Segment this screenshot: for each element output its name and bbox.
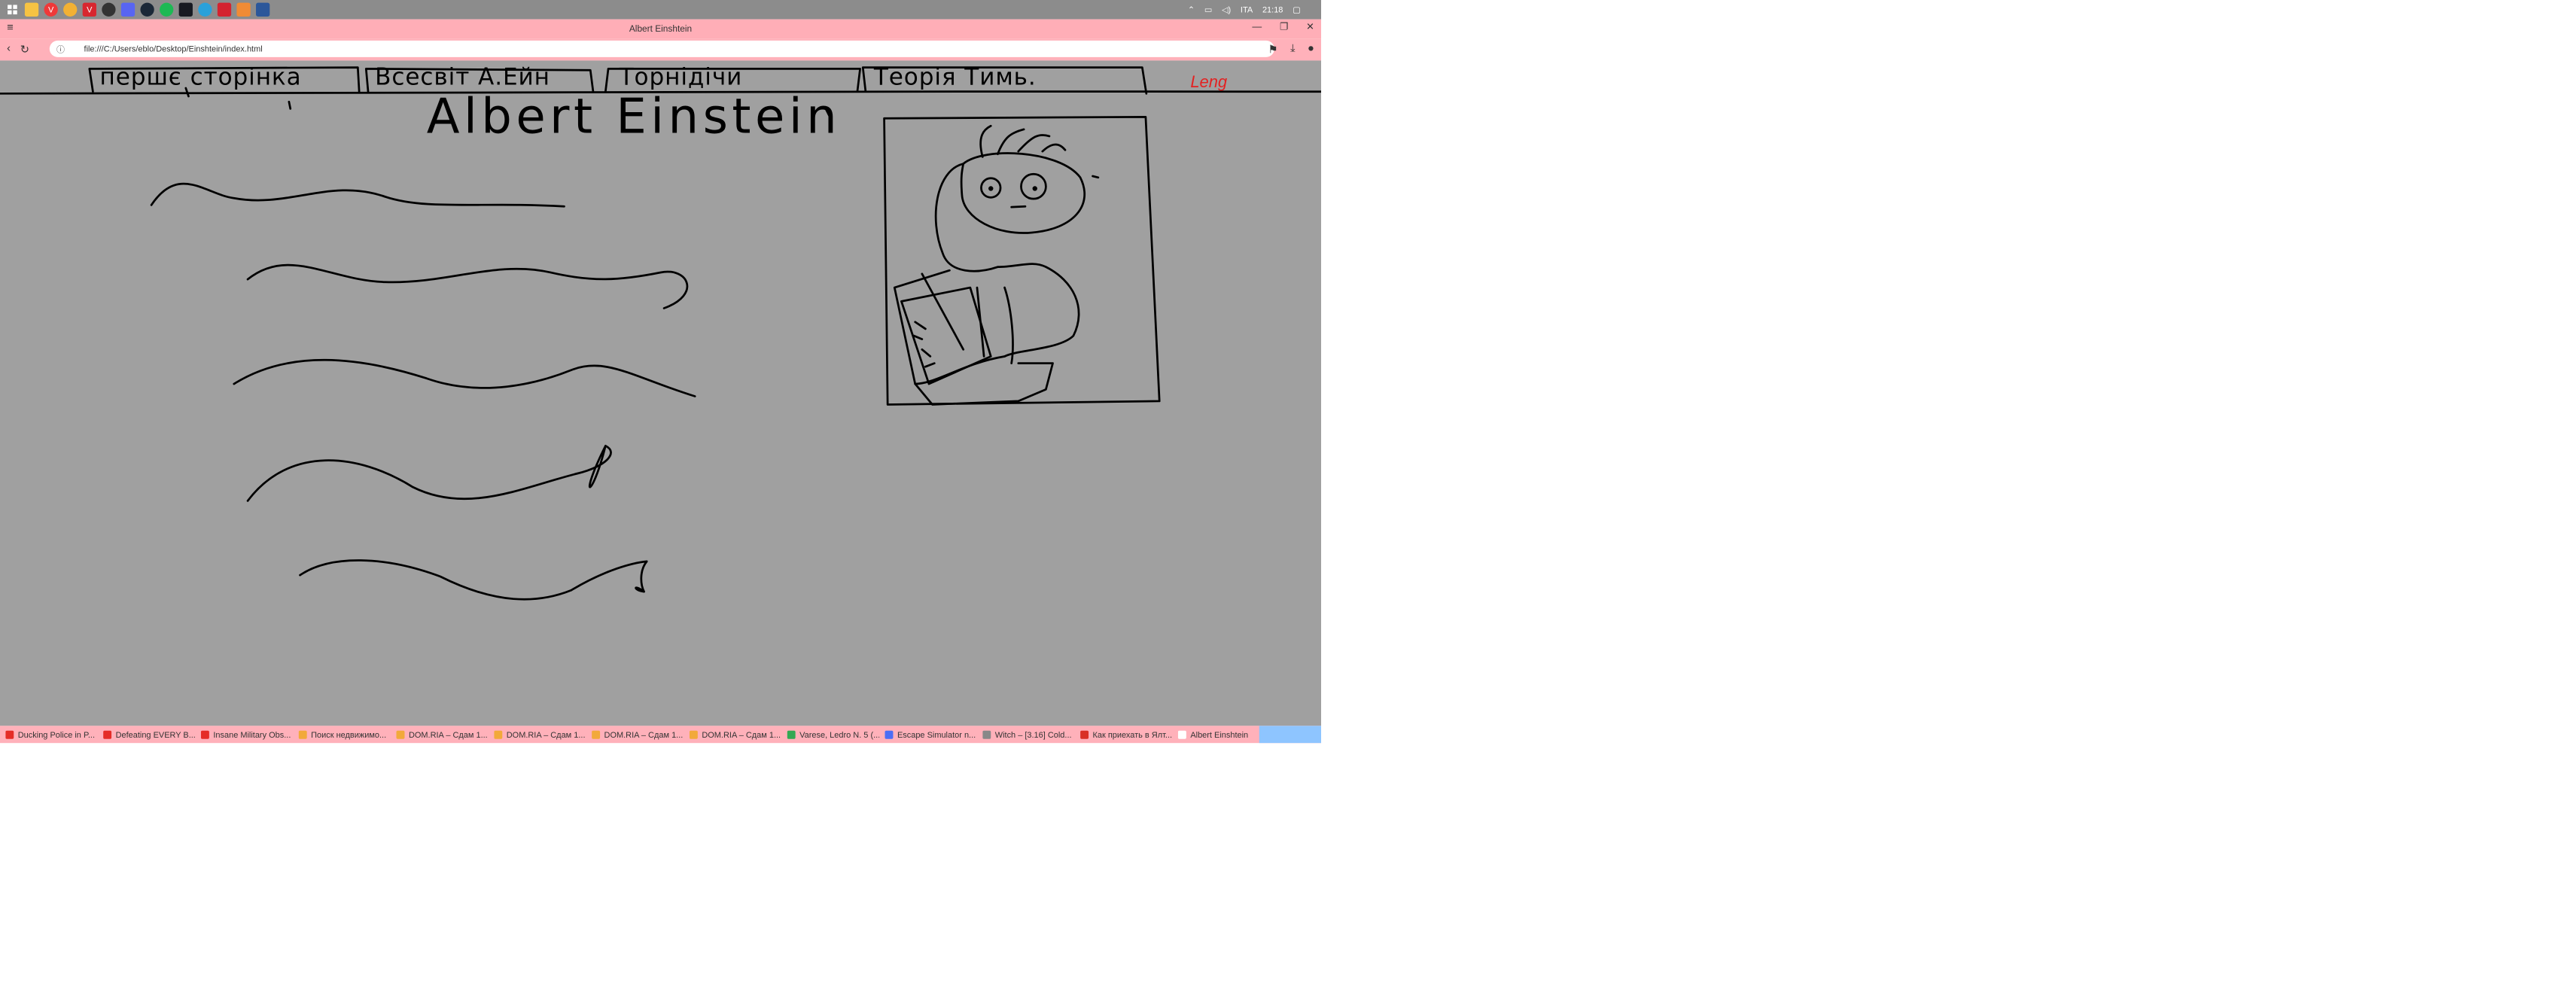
bookmark-label: Insane Military Obs... [213,729,291,740]
address-bar: ‹ ↻ ⓘ file:///C:/Users/eblo/Desktop/Eins… [0,38,1321,61]
bookmark-icon[interactable]: ⚑ [1268,43,1278,56]
restore-icon[interactable]: ❐ [1280,20,1288,32]
vivaldi-icon[interactable]: V [44,2,58,17]
squiggle-1 [150,182,565,208]
minimize-icon[interactable]: — [1252,20,1262,32]
bookmark-label: Defeating EVERY B... [115,729,196,740]
bookmark-label: Escape Simulator n... [897,729,976,740]
url-text[interactable]: file:///C:/Users/eblo/Desktop/Einshtein/… [84,44,263,54]
acrobat-icon[interactable] [217,2,232,17]
system-tray: ⌃ ▭ ◁) ITA 21:18 ▢ [1188,0,1301,20]
url-field[interactable]: ⓘ file:///C:/Users/eblo/Desktop/Einshtei… [49,40,1274,57]
bookmark-label: DOM.RIA – Сдам 1... [702,729,781,740]
discord-icon[interactable] [120,2,135,17]
bookmark-item[interactable]: Ducking Police in P... [5,729,97,739]
chevron-up-icon[interactable]: ⌃ [1188,5,1195,14]
notification-icon[interactable]: ▢ [1293,5,1300,14]
bookmark-item[interactable]: Insane Military Obs... [200,729,293,740]
close-icon[interactable]: ✕ [1306,20,1314,32]
bookmark-item[interactable]: Varese, Ledro N. 5 (... [787,729,879,739]
bookmark-favicon-icon [592,730,601,739]
sublime-icon[interactable] [236,2,251,17]
bookmark-favicon-icon [885,730,894,739]
bookmark-favicon-icon [1080,730,1089,739]
bookmarks-tools[interactable] [1259,726,1321,744]
site-info-icon[interactable]: ⓘ [56,44,65,56]
steam-icon[interactable] [140,2,154,17]
bookmark-item[interactable]: Как приехать в Ялт... [1080,729,1172,739]
windows-start-icon[interactable] [5,3,19,17]
bookmark-favicon-icon [689,730,698,739]
language-indicator[interactable]: ITA [1241,5,1253,14]
bookmark-favicon-icon [298,730,307,739]
portrait-frame [883,116,1161,406]
screen: V V ⌃ ▭ ◁) ITA 21:18 ▢ ≡ Albert Einshtei… [0,0,1321,744]
profile-icon[interactable]: ● [1308,43,1314,56]
portrait-body [934,163,1080,358]
volume-icon[interactable]: ◁) [1222,5,1231,14]
bookmark-item[interactable]: Albert Einshtein [1177,729,1270,740]
bookmark-favicon-icon [1177,730,1186,739]
bookmark-item[interactable]: DOM.RIA – Сдам 1... [592,729,684,739]
telegram-icon[interactable] [198,2,212,17]
bookmark-favicon-icon [787,730,796,739]
vivaldi-red-icon[interactable]: V [82,2,96,17]
folder-icon[interactable] [24,2,39,17]
bookmark-favicon-icon [396,730,405,739]
download-icon[interactable]: ⤓ [1290,43,1295,56]
bookmark-label: Witch – [3.16] Cold... [994,729,1072,740]
bookmark-item[interactable]: Defeating EVERY B... [103,729,196,740]
bookmark-favicon-icon [5,730,14,739]
bookmark-label: Varese, Ledro N. 5 (... [799,729,880,740]
bookmark-favicon-icon [200,730,209,739]
back-icon[interactable]: ‹ [7,43,11,56]
bookmark-item[interactable]: Поиск недвижимо... [298,729,391,740]
bookmark-favicon-icon [103,730,112,739]
squiggle-4 [246,444,612,502]
bookmark-item[interactable]: DOM.RIA – Сдам 1... [396,729,489,740]
bookmark-favicon-icon [494,730,503,739]
bookmark-label: Albert Einshtein [1190,729,1249,740]
nav-link-universe[interactable]: Всесвіт А.Ейн [375,63,550,91]
nav-link-first-page[interactable]: першє сторінка [100,63,302,91]
window-title: Albert Einshtein [629,23,693,34]
bookmarks-bar: Ducking Police in P... Defeating EVERY B.… [0,726,1321,744]
bookmark-item[interactable]: Escape Simulator n... [885,729,976,739]
bookmark-label: Как приехать в Ялт... [1092,729,1173,740]
bookmark-label: Поиск недвижимо... [311,729,387,740]
word-icon[interactable] [256,2,270,17]
nav-link-theory[interactable]: Теорія Тимь. [874,63,1037,91]
page-heading: Albert Einstein [426,88,842,145]
squiggle-3 [233,358,696,397]
bookmark-label: DOM.RIA – Сдам 1... [506,729,586,740]
reload-icon[interactable]: ↻ [20,43,29,56]
chrome-icon[interactable] [63,2,78,17]
network-icon[interactable]: ▭ [1204,5,1212,14]
steam-alt-icon[interactable] [178,2,193,17]
spotify-icon[interactable] [160,2,174,17]
bookmark-label: Ducking Police in P... [17,729,95,740]
clock[interactable]: 21:18 [1262,5,1283,14]
bookmark-favicon-icon [982,730,991,739]
bookmark-item[interactable]: Witch – [3.16] Cold... [982,729,1074,739]
squiggle-2 [246,263,689,309]
os-taskbar: V V ⌃ ▭ ◁) ITA 21:18 ▢ [0,0,1321,20]
obs-icon[interactable] [102,2,116,17]
bookmark-label: DOM.RIA – Сдам 1... [408,729,488,740]
language-link[interactable]: Leng [1190,73,1227,93]
bookmark-item[interactable]: DOM.RIA – Сдам 1... [689,729,781,740]
squiggle-5 [299,559,648,601]
browser-titlebar: ≡ Albert Einshtein — ❐ ✕ [0,19,1321,39]
bookmark-item[interactable]: DOM.RIA – Сдам 1... [494,729,586,739]
page-content: першє сторінка Всесвіт А.Ейн Торнідічи Т… [0,60,1321,726]
nav-link-tornidichi[interactable]: Торнідічи [620,63,743,91]
portrait-eye-right [1020,172,1047,200]
bookmark-label: DOM.RIA – Сдам 1... [604,729,684,740]
